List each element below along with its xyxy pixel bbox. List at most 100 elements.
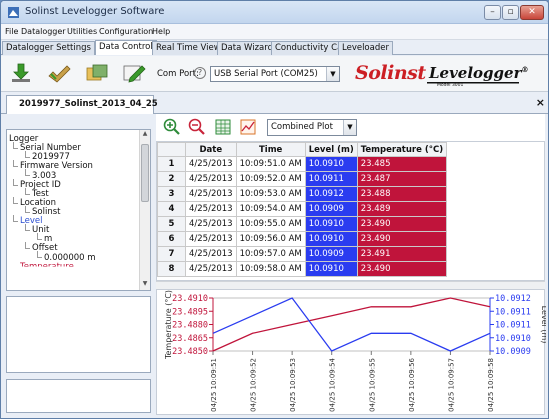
temperature-cell[interactable]: 23.491 (356, 246, 448, 262)
temperature-cell[interactable]: 23.487 (356, 171, 448, 187)
table-row[interactable]: 6 4/25/2013 10:09:56.0 AM 10.0910 23.490 (157, 231, 448, 247)
table-row[interactable]: 8 4/25/2013 10:09:58.0 AM 10.0910 23.490 (157, 261, 448, 277)
notes-panel (6, 379, 151, 413)
temperature-cell[interactable]: 23.485 (356, 156, 448, 172)
time-header[interactable]: Time (235, 142, 306, 157)
level-cell[interactable]: 10.0910 (304, 261, 358, 277)
date-cell[interactable]: 4/25/2013 (185, 156, 237, 172)
left-tick-label: 23.4910 (172, 294, 208, 304)
table-row[interactable]: 7 4/25/2013 10:09:57.0 AM 10.0909 23.491 (157, 246, 448, 262)
time-cell[interactable]: 10:09:58.0 AM (235, 261, 306, 277)
chart-icon[interactable] (239, 118, 257, 136)
time-cell[interactable]: 10:09:53.0 AM (235, 186, 306, 202)
y2-axis-label: Level (m) (540, 306, 546, 344)
table-row[interactable]: 5 4/25/2013 10:09:55.0 AM 10.0910 23.490 (157, 216, 448, 232)
close-window-button[interactable]: ✕ (520, 5, 544, 20)
tab-real-time-view[interactable]: Real Time View (152, 41, 225, 55)
date-header[interactable]: Date (185, 142, 237, 157)
row-number[interactable]: 8 (157, 261, 186, 277)
temperature-cell[interactable]: 23.490 (356, 261, 448, 277)
temperature-cell[interactable]: 23.490 (356, 216, 448, 232)
download-icon[interactable] (9, 62, 33, 84)
level-cell[interactable]: 10.0909 (304, 201, 358, 217)
time-cell[interactable]: 10:09:56.0 AM (235, 231, 306, 247)
right-tick-label: 10.0909 (495, 347, 531, 357)
row-number[interactable]: 5 (157, 216, 186, 232)
scroll-up-icon[interactable]: ▲ (140, 130, 150, 140)
tree-connector (13, 160, 18, 167)
y-axis-label: Temperature (°C) (164, 290, 173, 360)
row-number-header (157, 142, 186, 157)
time-cell[interactable]: 10:09:54.0 AM (235, 201, 306, 217)
check-icon[interactable] (47, 62, 71, 84)
row-number[interactable]: 3 (157, 186, 186, 202)
edit-icon[interactable] (122, 62, 146, 84)
levelogger-logo: Levelogger® (429, 64, 528, 82)
row-number[interactable]: 1 (157, 156, 186, 172)
menu-utilities[interactable]: Utilities (67, 27, 97, 36)
date-cell[interactable]: 4/25/2013 (185, 171, 237, 187)
tab-conductivity-cal[interactable]: Conductivity Cal (271, 41, 349, 55)
menu-file[interactable]: File (5, 27, 18, 36)
level-header[interactable]: Level (m) (304, 142, 358, 157)
tab-leveloader[interactable]: Leveloader (338, 41, 393, 55)
main-tabs: Datalogger Settings Data Control Real Ti… (1, 40, 548, 55)
temperature-cell[interactable]: 23.488 (356, 186, 448, 202)
level-cell[interactable]: 10.0911 (304, 171, 358, 187)
tab-data-wizard[interactable]: Data Wizard (217, 41, 277, 55)
date-cell[interactable]: 4/25/2013 (185, 261, 237, 277)
date-cell[interactable]: 4/25/2013 (185, 246, 237, 262)
temperature-cell[interactable]: 23.489 (356, 201, 448, 217)
row-number[interactable]: 7 (157, 246, 186, 262)
tree-offset[interactable]: Offset (32, 243, 58, 253)
tree-firmware-version[interactable]: Firmware Version (20, 161, 93, 171)
level-cell[interactable]: 10.0910 (304, 231, 358, 247)
document-tab[interactable]: 2019977_Solinst_2013_04_25 (6, 95, 158, 114)
table-icon[interactable] (214, 118, 232, 136)
time-cell[interactable]: 10:09:57.0 AM (235, 246, 306, 262)
date-cell[interactable]: 4/25/2013 (185, 231, 237, 247)
level-cell[interactable]: 10.0910 (304, 216, 358, 232)
scroll-down-icon[interactable]: ▼ (140, 280, 150, 290)
menu-help[interactable]: Help (152, 27, 170, 36)
table-row[interactable]: 2 4/25/2013 10:09:52.0 AM 10.0911 23.487 (157, 171, 448, 187)
menu-configuration[interactable]: Configuration (99, 27, 153, 36)
temperature-cell[interactable]: 23.490 (356, 231, 448, 247)
level-cell[interactable]: 10.0912 (304, 186, 358, 202)
maximize-button[interactable]: ▫ (502, 5, 519, 20)
help-icon[interactable]: ? (194, 67, 206, 79)
minimize-button[interactable]: – (484, 5, 501, 20)
date-cell[interactable]: 4/25/2013 (185, 201, 237, 217)
zoom-in-icon[interactable] (163, 118, 181, 136)
tab-data-control[interactable]: Data Control (95, 40, 157, 55)
table-row[interactable]: 3 4/25/2013 10:09:53.0 AM 10.0912 23.488 (157, 186, 448, 202)
table-body: 1 4/25/2013 10:09:51.0 AM 10.0910 23.485 2 4/2… (157, 156, 448, 277)
time-cell[interactable]: 10:09:52.0 AM (235, 171, 306, 187)
chart-svg: 23.4910 23.4895 23.4880 23.4865 23.4850 10.09… (164, 290, 548, 412)
tree-scrollbar[interactable]: ▲ ▼ (139, 130, 150, 290)
table-row[interactable]: 4 4/25/2013 10:09:54.0 AM 10.0909 23.489 (157, 201, 448, 217)
tab-datalogger-settings[interactable]: Datalogger Settings (2, 41, 95, 55)
scrollbar-thumb[interactable] (141, 144, 149, 202)
table-hscrollbar[interactable] (156, 281, 545, 289)
x-tick-label: 04/25 10:09:55 (368, 358, 376, 412)
temperature-header[interactable]: Temperature (°C) (356, 142, 448, 157)
close-document-icon[interactable]: × (536, 96, 545, 109)
chevron-down-icon: ▼ (343, 120, 356, 135)
level-cell[interactable]: 10.0910 (304, 156, 358, 172)
date-cell[interactable]: 4/25/2013 (185, 186, 237, 202)
level-cell[interactable]: 10.0909 (304, 246, 358, 262)
zoom-out-icon[interactable] (188, 118, 206, 136)
plot-mode-select[interactable]: Combined Plot ▼ (267, 119, 357, 136)
com-port-select[interactable]: USB Serial Port (COM25) ▼ (210, 66, 340, 82)
folders-icon[interactable] (85, 62, 109, 84)
date-cell[interactable]: 4/25/2013 (185, 216, 237, 232)
tree-temperature-partial[interactable]: Temperature (20, 262, 74, 267)
menu-datalogger[interactable]: Datalogger (21, 27, 66, 36)
time-cell[interactable]: 10:09:51.0 AM (235, 156, 306, 172)
time-cell[interactable]: 10:09:55.0 AM (235, 216, 306, 232)
table-row[interactable]: 1 4/25/2013 10:09:51.0 AM 10.0910 23.485 (157, 156, 448, 172)
row-number[interactable]: 4 (157, 201, 186, 217)
row-number[interactable]: 6 (157, 231, 186, 247)
row-number[interactable]: 2 (157, 171, 186, 187)
